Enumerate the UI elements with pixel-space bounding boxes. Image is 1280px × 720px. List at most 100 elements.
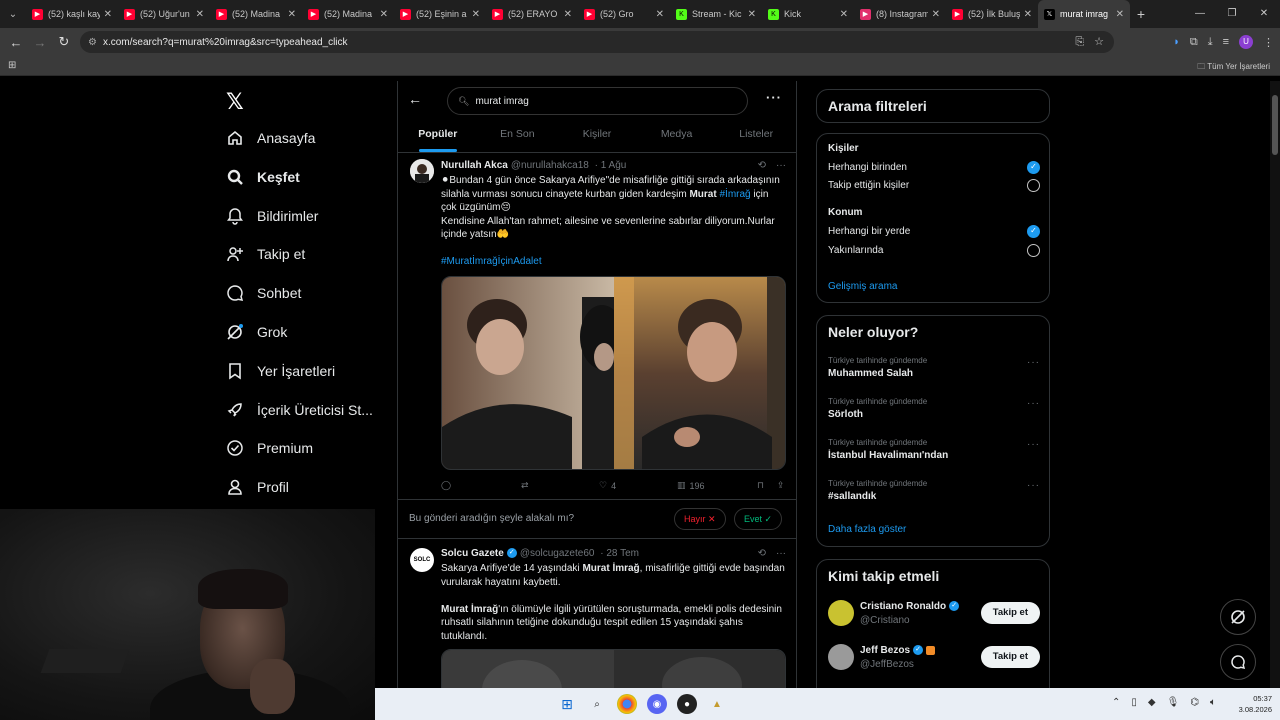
filter-option-anyone[interactable]: Herhangi birinden ✓ [828, 161, 1040, 174]
tray-chevron-icon[interactable]: ⌃ [1112, 697, 1120, 708]
messages-fab-icon[interactable] [1220, 644, 1256, 680]
search-tab[interactable]: Medya [637, 125, 717, 153]
nav-item-premium[interactable]: Premium [226, 439, 313, 457]
nav-item-profile[interactable]: Profil [226, 478, 289, 496]
trend-more-icon[interactable]: ··· [1027, 480, 1040, 491]
tweet-time[interactable]: · 28 Tem [600, 548, 639, 559]
tray-volume-icon[interactable]: 🔈︎ [1210, 697, 1216, 708]
like-button[interactable]: ♡ 4 [599, 480, 677, 491]
extensions-icon[interactable]: ⧉ [1190, 36, 1198, 49]
show-more-link[interactable]: Daha fazla göster [828, 524, 906, 535]
radio-checked-icon[interactable]: ✓ [1027, 225, 1040, 238]
nav-item-search[interactable]: Keşfet [226, 168, 300, 186]
back-icon[interactable]: ← [4, 35, 28, 50]
nav-item-bell[interactable]: Bildirimler [226, 207, 318, 225]
all-bookmarks[interactable]: 🗀 Tüm Yer İşaretleri [1197, 61, 1270, 75]
tray-network-icon[interactable]: ⌬ [1190, 697, 1199, 708]
scrollbar-thumb[interactable] [1272, 95, 1278, 155]
trend-item[interactable]: Türkiye tarihinde gündemde İstanbul Haval… [828, 438, 1040, 461]
tab-close-icon[interactable]: ✕ [1116, 9, 1124, 20]
forward-icon[interactable]: → [28, 35, 52, 50]
browser-tab[interactable]: ▶ (52) İlk Buluş ✕ [946, 0, 1038, 28]
views-button[interactable]: ▥ 196 [677, 480, 757, 491]
retweet-icon[interactable]: ⇄ [521, 480, 599, 491]
start-icon[interactable]: ⊞ [557, 694, 577, 714]
browser-tab[interactable]: ▶ (52) Madina ✕ [210, 0, 302, 28]
media-icon[interactable]: ◗ [1173, 36, 1180, 48]
hashtag-link[interactable]: #MuratİmrağİçinAdalet [441, 256, 542, 267]
more-icon[interactable]: ··· [776, 548, 786, 559]
author-handle[interactable]: @nurullahakca18 [511, 160, 589, 171]
tab-close-icon[interactable]: ✕ [932, 9, 940, 20]
minimize-icon[interactable]: — [1184, 0, 1216, 28]
trend-item[interactable]: Türkiye tarihinde gündemde Muhammed Salah… [828, 356, 1040, 379]
search-input[interactable]: 🔍︎ murat imrag [447, 87, 748, 115]
nav-item-rocket[interactable]: İçerik Üreticisi St... [226, 401, 373, 419]
trend-item[interactable]: Türkiye tarihinde gündemde Sörloth ··· [828, 397, 1040, 420]
filter-option-following[interactable]: Takip ettiğin kişiler [828, 179, 1040, 192]
browser-tab[interactable]: ▶ (8) Instagram ✕ [854, 0, 946, 28]
star-icon[interactable]: ☆ [1094, 31, 1104, 53]
follow-button[interactable]: Takip et [980, 646, 1040, 668]
author-name[interactable]: Solcu Gazete [441, 548, 504, 559]
reading-list-icon[interactable]: ≡ [1223, 36, 1229, 48]
filter-option-nearby[interactable]: Yakınlarında [828, 244, 1040, 257]
back-arrow-icon[interactable]: ← [408, 91, 422, 107]
apps-icon[interactable]: ⊞ [8, 60, 16, 71]
hashtag-link[interactable]: #İmrağ [719, 189, 750, 200]
advanced-search-link[interactable]: Gelişmiş arama [828, 281, 897, 292]
avatar[interactable]: SOLC [410, 548, 434, 572]
tab-close-icon[interactable]: ✕ [748, 9, 756, 20]
reload-icon[interactable]: ↻ [52, 34, 76, 50]
browser-tab[interactable]: ▶ (52) Madina ✕ [302, 0, 394, 28]
nav-item-bookmark[interactable]: Yer İşaretleri [226, 362, 335, 380]
avatar[interactable] [828, 600, 854, 626]
trend-more-icon[interactable]: ··· [1027, 398, 1040, 409]
discord-icon[interactable]: ◉ [647, 694, 667, 714]
tab-close-icon[interactable]: ✕ [380, 9, 388, 20]
taskbar-clock[interactable]: 05:37 3.08.2026 [1239, 693, 1272, 715]
not-relevant-button[interactable]: Hayır ✕ [674, 508, 726, 530]
more-icon[interactable]: ··· [776, 160, 786, 171]
tweet-time[interactable]: · 1 Ağu [595, 160, 627, 171]
tab-close-icon[interactable]: ✕ [564, 9, 572, 20]
grok-fab-icon[interactable] [1220, 599, 1256, 635]
site-info-icon[interactable]: ⚙ [88, 37, 97, 48]
follow-suggestion[interactable]: Jeff Bezos ✓ @JeffBezos Takip et [828, 644, 1040, 676]
grok-icon[interactable]: ⟲ [758, 548, 766, 559]
browser-tab[interactable]: ▶ (52) Eşinin a ✕ [394, 0, 486, 28]
search-icon[interactable]: ⌕ [587, 694, 607, 714]
tray-app-icon[interactable]: ◆ [1148, 697, 1156, 708]
browser-tab[interactable]: ▶ (52) ERAYO ✕ [486, 0, 578, 28]
close-window-icon[interactable]: ✕ [1248, 0, 1280, 28]
browser-tab[interactable]: 𝕏murat imrag ✕ [1038, 0, 1130, 28]
avatar[interactable] [828, 644, 854, 670]
bookmark-icon[interactable]: ⊓ [757, 480, 777, 491]
author-name[interactable]: Nurullah Akca [441, 160, 508, 171]
menu-icon[interactable]: ⋮ [1263, 36, 1274, 49]
relevant-button[interactable]: Evet ✓ [734, 508, 783, 530]
avatar[interactable] [410, 159, 434, 183]
reply-icon[interactable]: ◯ [441, 480, 521, 491]
radio-icon[interactable] [1027, 179, 1040, 192]
new-tab-button[interactable]: + [1130, 6, 1152, 22]
trend-item[interactable]: Türkiye tarihinde gündemde #sallandık ··· [828, 479, 1040, 502]
tweet[interactable]: Nurullah Akca @nurullahakca18 · 1 Ağu ⟲ ·… [398, 153, 796, 499]
browser-tab[interactable]: K Kick ✕ [762, 0, 854, 28]
trend-more-icon[interactable]: ··· [1027, 439, 1040, 450]
x-logo[interactable]: 𝕏 [226, 89, 244, 115]
grok-icon[interactable]: ⟲ [758, 160, 766, 171]
tray-mic-icon[interactable]: 🎙︎ [1167, 697, 1180, 708]
follow-suggestion[interactable]: Cristiano Ronaldo ✓ @Cristiano Takip et [828, 600, 1040, 632]
tab-close-icon[interactable]: ✕ [288, 9, 296, 20]
install-icon[interactable]: ⎘ [1075, 31, 1084, 53]
search-tab[interactable]: Popüler [398, 125, 478, 153]
browser-tab[interactable]: ▶ (52) Uğur'un ✕ [118, 0, 210, 28]
nav-item-chat[interactable]: Sohbet [226, 284, 301, 302]
tab-close-icon[interactable]: ✕ [104, 9, 112, 20]
tab-close-icon[interactable]: ✕ [1024, 9, 1032, 20]
nav-item-add-user[interactable]: Takip et [226, 245, 305, 263]
browser-tab[interactable]: ▶ (52) Gro ✕ [578, 0, 670, 28]
follow-button[interactable]: Takip et [980, 602, 1040, 624]
url-bar[interactable]: ⚙ x.com/search?q=murat%20imrag&src=typea… [80, 31, 1114, 53]
